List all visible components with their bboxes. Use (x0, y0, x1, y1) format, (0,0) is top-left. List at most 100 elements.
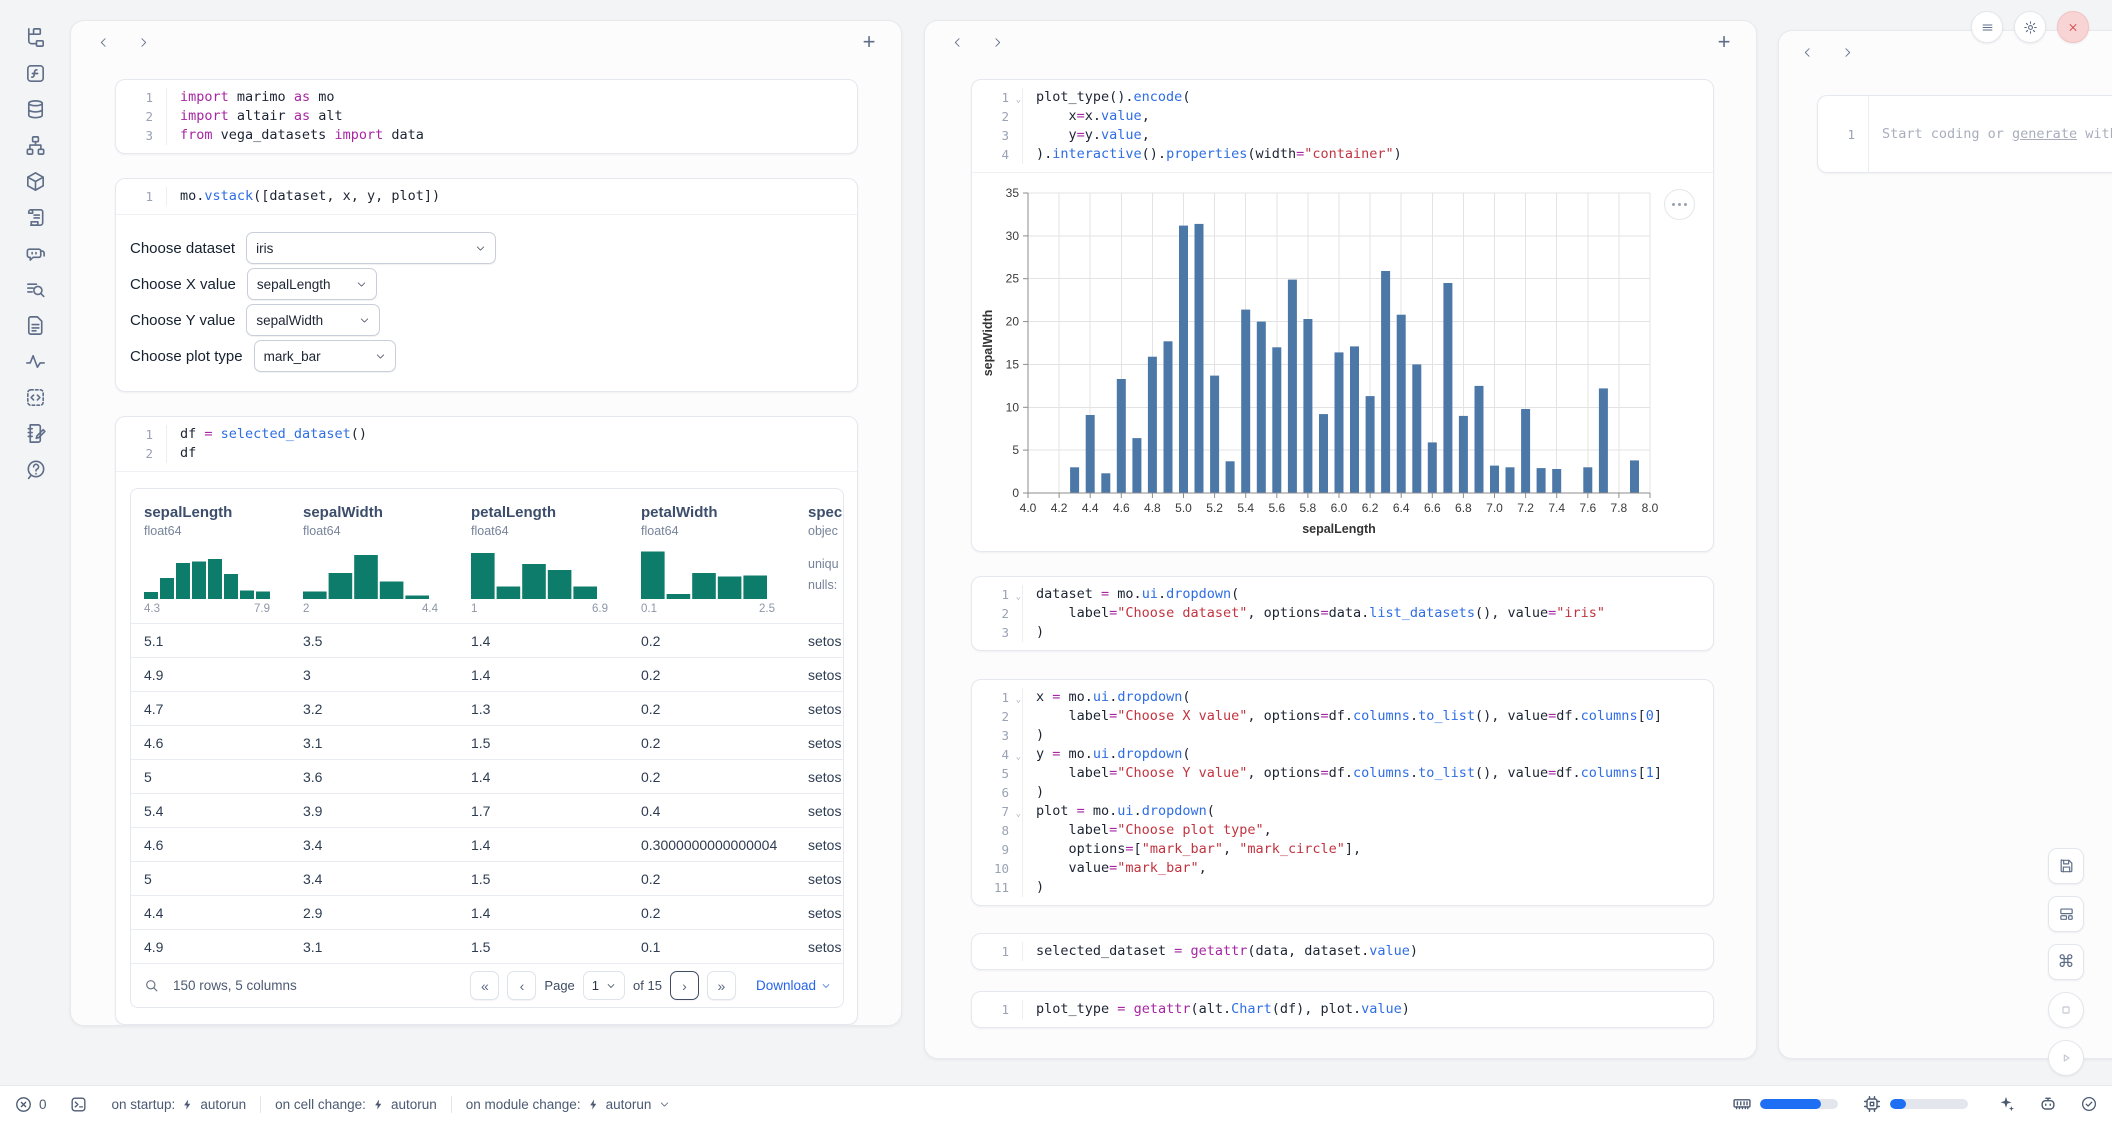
svg-text:6.4: 6.4 (1393, 501, 1410, 515)
dropdown-value: mark_bar (264, 349, 321, 364)
table-row[interactable]: 53.61.40.2setos (131, 759, 843, 793)
settings-button[interactable] (2014, 11, 2046, 43)
code-editor-dataset[interactable]: 1⌄dataset = mo.ui.dropdown(2 label="Choo… (972, 577, 1713, 650)
chevron-down-icon (475, 243, 486, 254)
code-editor-imports[interactable]: 1import marimo as mo2import altair as al… (116, 80, 857, 153)
sidebar-item-dependency-graph[interactable] (24, 134, 47, 157)
sidebar-item-documentation-scroll[interactable] (24, 206, 47, 229)
scroll-left-button[interactable] (89, 28, 117, 56)
ai-sparkles-button[interactable] (1996, 1094, 2016, 1114)
sidebar-item-database[interactable] (24, 98, 47, 121)
chart-actions-button[interactable] (1664, 189, 1695, 220)
new-cell-editor[interactable]: 1 Start coding or generate with AI (1817, 95, 2112, 173)
column-header[interactable]: petalWidthfloat640.12.5 (628, 504, 795, 615)
layout-button[interactable] (2048, 896, 2084, 932)
code-editor-plottype[interactable]: 1plot_type = getattr(alt.Chart(df), plot… (972, 992, 1713, 1027)
add-cell-button[interactable]: + (855, 28, 883, 56)
table-cell: 3.9 (290, 803, 458, 819)
table-row[interactable]: 4.42.91.40.2setos (131, 895, 843, 929)
table-row[interactable]: 4.93.11.50.1setos (131, 929, 843, 963)
shutdown-button[interactable] (2057, 11, 2089, 43)
column-header[interactable]: sepalWidthfloat6424.4 (290, 504, 458, 615)
table-cell: 0.4 (628, 803, 795, 819)
stop-button[interactable] (2048, 992, 2084, 1028)
scroll-left-button[interactable] (1793, 38, 1821, 66)
table-footer: 150 rows, 5 columns « ‹ Page 1 of 15 › » (131, 963, 843, 1007)
code-editor-chart[interactable]: 1⌄plot_type().encode(2 x=x.value,3 y=y.v… (972, 80, 1713, 172)
sidebar-item-scratchpad[interactable] (24, 422, 47, 445)
line-number: 11 (972, 878, 1023, 897)
chevron-right-icon (137, 36, 150, 49)
table-row[interactable]: 4.63.11.50.2setos (131, 725, 843, 759)
line-number: 4 (972, 145, 1023, 164)
sidebar-item-activity-pulse[interactable] (24, 350, 47, 373)
table-cell: 0.2 (628, 633, 795, 649)
code-editor-dataframe[interactable]: 1df = selected_dataset()2df (116, 417, 857, 471)
connection-status-button[interactable] (2080, 1095, 2098, 1113)
first-page-button[interactable]: « (470, 971, 499, 1000)
sidebar-item-chat-assistant[interactable] (24, 242, 47, 265)
generate-with-ai-link[interactable]: generate (2012, 126, 2077, 142)
table-row[interactable]: 5.43.91.70.4setos (131, 793, 843, 827)
error-icon (14, 1095, 33, 1114)
table-cell: 0.2 (628, 871, 795, 887)
menu-button[interactable] (1971, 11, 2003, 43)
column-histogram (144, 549, 270, 599)
add-cell-button[interactable]: + (1710, 28, 1738, 56)
sidebar-item-logs-search[interactable] (24, 278, 47, 301)
sidebar-item-file-tree[interactable] (24, 26, 47, 49)
dropdown-choose-x-value[interactable]: sepalLength (247, 268, 377, 300)
scroll-left-button[interactable] (943, 28, 971, 56)
dropdown-choose-plot-type[interactable]: mark_bar (254, 340, 396, 372)
autorun-setting[interactable]: on startup:autorun (112, 1097, 247, 1112)
line-number: 1 (116, 187, 167, 206)
code-editor-vstack[interactable]: 1mo.vstack([dataset, x, y, plot]) (116, 179, 857, 214)
scroll-right-button[interactable] (129, 28, 157, 56)
line-number: 2 (116, 444, 167, 463)
column-header[interactable]: sepalLengthfloat644.37.9 (131, 504, 290, 615)
errors-indicator[interactable]: 0 (14, 1095, 47, 1114)
autorun-label: on startup: (112, 1097, 176, 1112)
altair-bar-chart[interactable]: 4.04.24.44.64.85.05.25.45.65.86.06.26.46… (978, 185, 1702, 547)
code-editor-selected[interactable]: 1selected_dataset = getattr(data, datase… (972, 934, 1713, 969)
dependency-graph-icon (24, 134, 47, 157)
table-row[interactable]: 53.41.50.2setos (131, 861, 843, 895)
sidebar-item-function-square[interactable] (24, 62, 47, 85)
sidebar-item-snippets-document[interactable] (24, 314, 47, 337)
notebook-column-1: + 1import marimo as mo2import altair as … (70, 20, 902, 1026)
last-page-button[interactable]: » (707, 971, 736, 1000)
scroll-right-button[interactable] (983, 28, 1011, 56)
sidebar-item-help[interactable] (24, 458, 47, 481)
table-row[interactable]: 4.931.40.2setos (131, 657, 843, 691)
prev-page-button[interactable]: ‹ (507, 971, 536, 1000)
svg-text:sepalWidth: sepalWidth (981, 310, 995, 377)
search-icon[interactable] (143, 977, 160, 994)
code-cell-chart: 1⌄plot_type().encode(2 x=x.value,3 y=y.v… (971, 79, 1714, 552)
table-row[interactable]: 5.13.51.40.2setos (131, 623, 843, 657)
column-header[interactable]: petalLengthfloat6416.9 (458, 504, 628, 615)
code-editor-xyplot[interactable]: 1⌄x = mo.ui.dropdown(2 label="Choose X v… (972, 680, 1713, 905)
command-palette-button[interactable]: ⌘ (2048, 944, 2084, 980)
page-count-label: of 15 (633, 978, 662, 993)
run-button[interactable] (2048, 1040, 2084, 1076)
code-cell-dataset-dropdown: 1⌄dataset = mo.ui.dropdown(2 label="Choo… (971, 576, 1714, 651)
column-header[interactable]: speciobjecuniqunulls: (795, 504, 843, 615)
notebook-action-buttons: ⌘ (2048, 848, 2084, 1076)
scroll-right-button[interactable] (1833, 38, 1861, 66)
dropdown-choose-dataset[interactable]: iris (246, 232, 496, 264)
assistant-button[interactable] (2038, 1094, 2058, 1114)
save-button[interactable] (2048, 848, 2084, 884)
terminal-button[interactable] (69, 1095, 88, 1114)
control-row: Choose Y valuesepalWidth (130, 305, 843, 335)
table-cell: 4.7 (131, 701, 290, 717)
page-select[interactable]: 1 (583, 971, 625, 1000)
autorun-setting[interactable]: on cell change:autorun (275, 1097, 437, 1112)
autorun-setting[interactable]: on module change:autorun (466, 1097, 671, 1112)
next-page-button[interactable]: › (670, 971, 699, 1000)
download-button[interactable]: Download (756, 978, 831, 993)
table-row[interactable]: 4.63.41.40.3000000000000004setos (131, 827, 843, 861)
sidebar-item-code-block[interactable] (24, 386, 47, 409)
dropdown-choose-y-value[interactable]: sepalWidth (246, 304, 380, 336)
table-row[interactable]: 4.73.21.30.2setos (131, 691, 843, 725)
sidebar-item-package[interactable] (24, 170, 47, 193)
